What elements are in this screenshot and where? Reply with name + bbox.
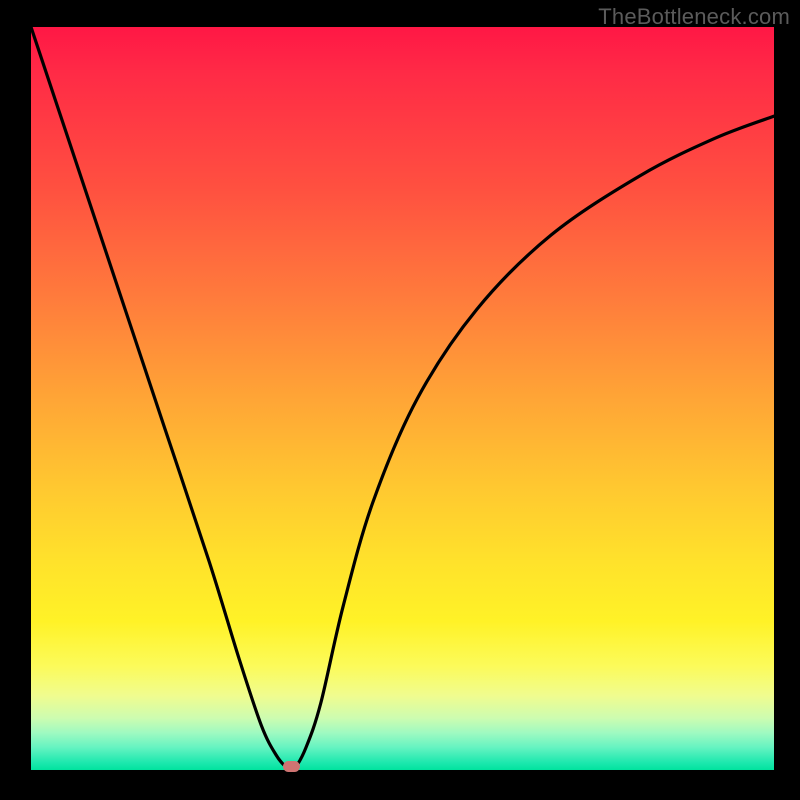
bottleneck-curve <box>31 27 774 770</box>
watermark-text: TheBottleneck.com <box>598 4 790 30</box>
minimum-marker <box>283 761 300 772</box>
chart-area <box>31 27 774 770</box>
